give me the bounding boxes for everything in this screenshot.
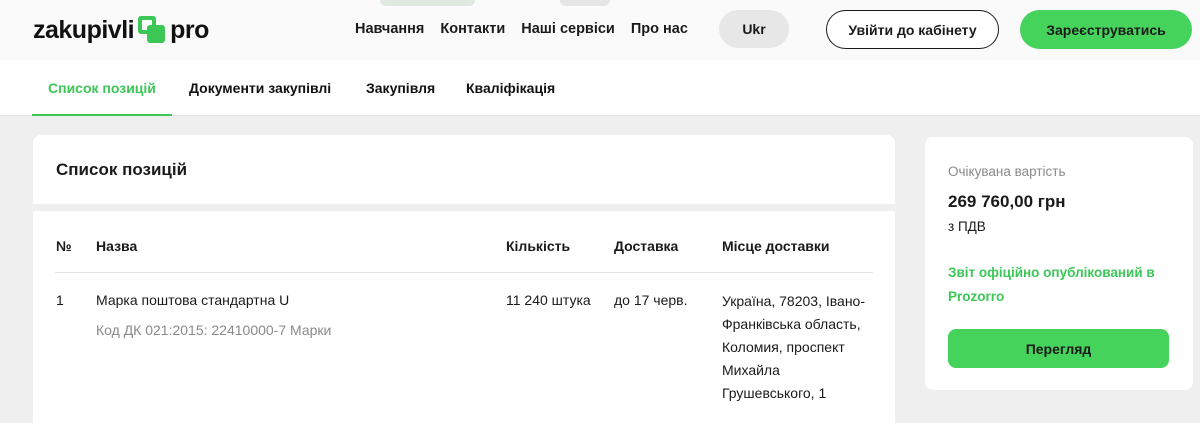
tab-items-list[interactable]: Список позицій: [32, 60, 172, 116]
logo-mark-icon: [136, 14, 168, 46]
column-header-number: №: [56, 238, 72, 254]
tender-tabs: Список позицій Документи закупівлі Закуп…: [0, 60, 1200, 116]
nav-item-about[interactable]: Про нас: [631, 21, 688, 37]
main-nav: Навчання Контакти Наші сервіси Про нас: [355, 21, 688, 37]
address-line: Франківська область,: [722, 316, 861, 332]
table-divider: [55, 272, 873, 273]
expected-value-card: Очікувана вартість 269 760,00 грн з ПДВ …: [925, 137, 1193, 390]
view-button[interactable]: Перегляд: [948, 329, 1169, 368]
row-number: 1: [56, 292, 64, 308]
nav-item-training[interactable]: Навчання: [355, 21, 424, 37]
report-published-text: Звіт офіційно опублікований в Prozorro: [948, 265, 1155, 304]
tab-qualification[interactable]: Кваліфікація: [466, 60, 555, 116]
column-header-delivery: Доставка: [614, 238, 679, 254]
login-button[interactable]: Увійти до кабінету: [826, 10, 999, 49]
site-header: zakupivli pro Навчання Контакти Наші сер…: [0, 0, 1200, 60]
column-header-name: Назва: [96, 238, 138, 254]
tab-documents[interactable]: Документи закупівлі: [189, 60, 331, 116]
header-decoration: [560, 0, 610, 6]
address-line: Україна, 78203, Івано-: [722, 293, 865, 309]
nav-item-services[interactable]: Наші сервіси: [521, 21, 615, 37]
register-button[interactable]: Зареєструватись: [1020, 10, 1192, 49]
header-decoration: [380, 0, 475, 6]
tab-procurement[interactable]: Закупівля: [366, 60, 435, 116]
expected-value-label: Очікувана вартість: [948, 164, 1066, 179]
logo-text-right: pro: [170, 15, 209, 44]
column-header-delivery-place: Місце доставки: [722, 238, 830, 254]
logo-text-left: zakupivli: [33, 15, 135, 44]
item-name: Марка поштова стандартна U: [96, 292, 290, 308]
nav-item-contacts[interactable]: Контакти: [440, 21, 505, 37]
item-classifier-code: Код ДК 021:2015: 22410000-7 Марки: [96, 322, 332, 338]
column-header-quantity: Кількість: [506, 238, 571, 254]
items-card-title: Список позицій: [56, 160, 188, 179]
items-table: № Назва Кількість Доставка Місце доставк…: [33, 211, 895, 423]
item-delivery-date: до 17 черв.: [614, 292, 688, 308]
language-button[interactable]: Ukr: [719, 10, 789, 48]
logo[interactable]: zakupivli pro: [33, 13, 209, 47]
expected-value-amount: 269 760,00 грн: [948, 192, 1066, 211]
vat-note: з ПДВ: [948, 219, 986, 234]
items-card-header: Список позицій: [33, 135, 895, 204]
item-quantity: 11 240 штука: [506, 292, 591, 308]
address-line: Михайла: [722, 362, 780, 378]
item-delivery-address: Україна, 78203, Івано- Франківська облас…: [722, 290, 872, 405]
address-line: Коломия, проспект: [722, 339, 845, 355]
address-line: Грушевського, 1: [722, 385, 827, 401]
